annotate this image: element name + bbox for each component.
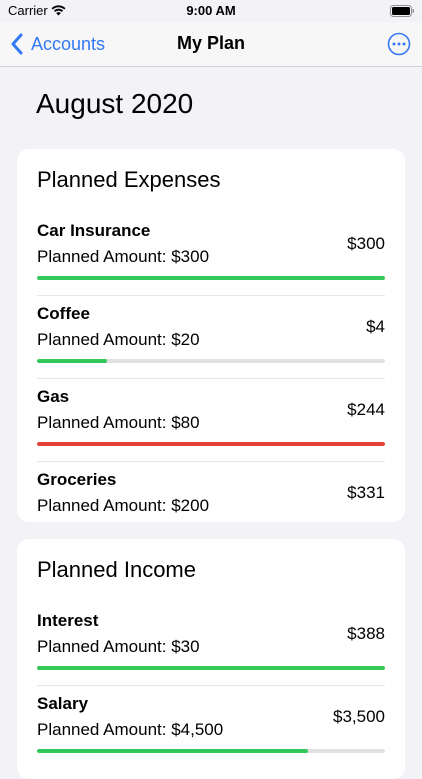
battery-icon [390, 5, 414, 17]
progress-bar [37, 442, 385, 446]
planned-income-list: Interest Planned Amount: $30 $388 Salary… [17, 603, 405, 769]
progress-bar [37, 666, 385, 670]
item-name: Salary [37, 694, 89, 713]
page-title: My Plan [176, 33, 246, 53]
planned-expenses-list: Car Insurance Planned Amount: $300 $300 … [17, 213, 405, 522]
actual-amount: $4 [366, 317, 385, 336]
income-row-salary[interactable]: Salary Planned Amount: $4,500 $3,500 [17, 686, 405, 769]
item-name: Gas [37, 387, 70, 406]
progress-fill [37, 442, 385, 446]
progress-bar [37, 276, 385, 280]
ellipsis-circle-icon[interactable] [387, 32, 411, 56]
item-name: Car Insurance [37, 221, 151, 240]
actual-amount: $3,500 [333, 707, 385, 726]
planned-expenses-header: Planned Expenses [37, 167, 221, 192]
status-time: 9:00 AM [186, 3, 236, 18]
status-bar: Carrier 9:00 AM [0, 0, 422, 22]
planned-income-card: Planned Income Interest Planned Amount: … [17, 539, 405, 779]
planned-amount: Planned Amount: $4,500 [37, 720, 224, 739]
planned-amount: Planned Amount: $30 [37, 637, 200, 656]
planned-income-header: Planned Income [37, 557, 196, 582]
planned-amount: Planned Amount: $80 [37, 413, 200, 432]
actual-amount: $300 [347, 234, 385, 253]
planned-amount: Planned Amount: $20 [37, 330, 200, 349]
progress-fill [37, 359, 107, 363]
item-name: Groceries [37, 470, 117, 489]
item-name: Coffee [37, 304, 90, 323]
navigation-bar: Accounts My Plan [0, 22, 422, 67]
planned-expenses-card: Planned Expenses Car Insurance Planned A… [17, 149, 405, 522]
planned-amount: Planned Amount: $200 [37, 496, 210, 515]
expense-row-coffee[interactable]: Coffee Planned Amount: $20 $4 [17, 296, 405, 379]
expense-row-gas[interactable]: Gas Planned Amount: $80 $244 [17, 379, 405, 462]
expense-row-groceries[interactable]: Groceries Planned Amount: $200 $331 [17, 462, 405, 522]
income-row-interest[interactable]: Interest Planned Amount: $30 $388 [17, 603, 405, 686]
planned-amount: Planned Amount: $300 [37, 247, 210, 266]
month-heading: August 2020 [36, 88, 194, 119]
actual-amount: $244 [347, 400, 385, 419]
progress-fill [37, 666, 385, 670]
actual-amount: $331 [347, 483, 385, 502]
expense-row-car-insurance[interactable]: Car Insurance Planned Amount: $300 $300 [17, 213, 405, 296]
progress-bar [37, 359, 385, 363]
progress-fill [37, 276, 385, 280]
item-name: Interest [37, 611, 99, 630]
actual-amount: $388 [347, 624, 385, 643]
